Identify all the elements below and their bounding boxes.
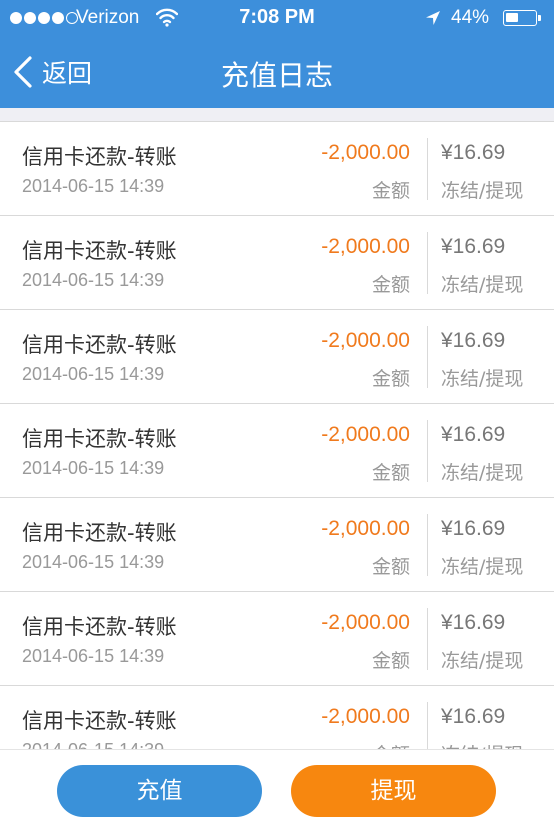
record-fee-label: 冻结/提现 <box>441 740 523 749</box>
record-title: 信用卡还款-转账 <box>22 239 177 263</box>
record-divider <box>427 514 428 576</box>
record-rows: 信用卡还款-转账 2014-06-15 14:39 -2,000.00 金额 ¥16.6… <box>0 122 554 749</box>
record-amount-label: 金额 <box>371 462 410 484</box>
record-fee: ¥16.69 <box>441 611 506 634</box>
record-fee: ¥16.69 <box>441 329 506 352</box>
record-amount-label: 金额 <box>371 556 410 578</box>
record-title: 信用卡还款-转账 <box>22 615 177 639</box>
record-date: 2014-06-15 14:39 <box>22 270 165 290</box>
battery-icon <box>503 10 537 26</box>
battery-cap <box>538 15 541 21</box>
record-date: 2014-06-15 14:39 <box>22 740 164 749</box>
record-divider <box>427 232 428 294</box>
record-fee-label: 冻结/提现 <box>441 462 524 484</box>
record-fee-label: 冻结/提现 <box>441 368 524 390</box>
top-bar: Verizon 7:08 PM 44% 返回 充值日志 <box>0 0 554 108</box>
record-row[interactable]: 信用卡还款-转账 2014-06-15 14:39 -2,000.00 金额 ¥16.6… <box>0 404 554 498</box>
recharge-button[interactable]: 充值 <box>57 765 262 817</box>
record-list[interactable]: 信用卡还款-转账 2014-06-15 14:39 -2,000.00 金额 ¥16.6… <box>0 108 554 749</box>
page-title: 充值日志 <box>220 59 333 92</box>
record-title: 信用卡还款-转账 <box>22 145 177 169</box>
record-row[interactable]: 信用卡还款-转账 2014-06-15 14:39 -2,000.00 金额 ¥16.6… <box>0 498 554 592</box>
record-title: 信用卡还款-转账 <box>22 427 177 451</box>
record-date: 2014-06-15 14:39 <box>22 364 165 384</box>
record-row[interactable]: 信用卡还款-转账 2014-06-15 14:39 -2,000.00 金额 ¥16.6… <box>0 686 554 749</box>
record-amount: -2,000.00 <box>321 611 410 634</box>
record-date: 2014-06-15 14:39 <box>22 646 165 666</box>
record-row[interactable]: 信用卡还款-转账 2014-06-15 14:39 -2,000.00 金额 ¥16.6… <box>0 122 554 216</box>
record-row[interactable]: 信用卡还款-转账 2014-06-15 14:39 -2,000.00 金额 ¥16.6… <box>0 592 554 686</box>
record-amount: -2,000.00 <box>321 423 410 446</box>
screen: Verizon 7:08 PM 44% 返回 充值日志 信用卡还款-转账 201… <box>0 0 554 830</box>
record-amount: -2,000.00 <box>321 141 410 164</box>
record-fee: ¥16.69 <box>441 423 506 446</box>
record-amount-label: 金额 <box>371 274 410 296</box>
record-amount-label: 金额 <box>371 650 410 672</box>
record-divider <box>427 702 428 749</box>
record-row[interactable]: 信用卡还款-转账 2014-06-15 14:39 -2,000.00 金额 ¥16.6… <box>0 216 554 310</box>
record-title: 信用卡还款-转账 <box>22 521 177 545</box>
record-divider <box>427 608 428 670</box>
record-amount: -2,000.00 <box>321 517 410 540</box>
record-title: 信用卡还款-转账 <box>22 333 177 357</box>
record-fee: ¥16.69 <box>441 141 506 164</box>
battery-level <box>506 13 518 22</box>
location-arrow-icon <box>424 9 442 27</box>
record-divider <box>427 326 428 388</box>
record-fee-label: 冻结/提现 <box>441 556 524 578</box>
record-row[interactable]: 信用卡还款-转账 2014-06-15 14:39 -2,000.00 金额 ¥16.6… <box>0 310 554 404</box>
battery-percent: 44% <box>451 7 490 28</box>
record-fee-label: 冻结/提现 <box>441 650 524 672</box>
record-divider <box>427 420 428 482</box>
status-bar: Verizon 7:08 PM 44% <box>0 0 554 36</box>
record-fee: ¥16.69 <box>441 705 506 728</box>
bottom-action-bar: 充值 提现 <box>0 749 554 830</box>
record-amount-label: 金额 <box>371 180 410 202</box>
list-top-spacer <box>0 108 554 122</box>
record-date: 2014-06-15 14:39 <box>22 176 165 196</box>
record-fee: ¥16.69 <box>441 235 506 258</box>
withdraw-button[interactable]: 提现 <box>291 765 496 817</box>
record-divider <box>427 138 428 200</box>
record-date: 2014-06-15 14:39 <box>22 552 165 572</box>
record-amount: -2,000.00 <box>321 235 410 258</box>
record-date: 2014-06-15 14:39 <box>22 458 165 478</box>
record-amount-label: 金额 <box>372 740 410 749</box>
record-fee-label: 冻结/提现 <box>441 180 524 202</box>
record-title: 信用卡还款-转账 <box>22 709 177 733</box>
record-amount-label: 金额 <box>371 368 410 390</box>
navigation-bar: 返回 充值日志 <box>0 36 554 108</box>
record-fee-label: 冻结/提现 <box>441 274 524 296</box>
record-fee: ¥16.69 <box>441 517 506 540</box>
record-amount: -2,000.00 <box>321 705 410 728</box>
record-amount: -2,000.00 <box>321 329 410 352</box>
